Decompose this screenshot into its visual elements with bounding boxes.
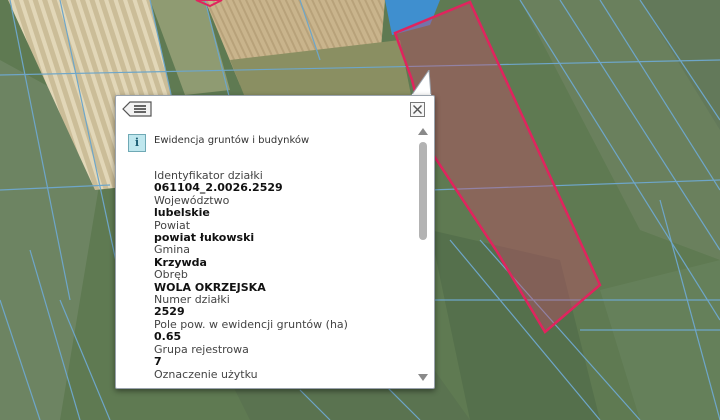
field-label: Pole pow. w ewidencji gruntów (ha) (154, 317, 348, 331)
field-value: 061104_2.0026.2529 (154, 181, 283, 195)
field-label: Obręb (154, 268, 188, 282)
close-icon (410, 102, 425, 117)
scroll-down-arrow-icon[interactable] (418, 374, 428, 381)
info-icon: i (128, 134, 146, 152)
section-header: i Ewidencja gruntów i budynków (128, 132, 416, 152)
scroll-up-arrow-icon[interactable] (418, 128, 428, 135)
field-value: lubelskie (154, 206, 210, 220)
popup-scrollbar[interactable] (416, 126, 430, 384)
popup-header (116, 96, 434, 122)
field-label: Oznaczenie użytku (154, 367, 258, 381)
field-label: Gmina (154, 243, 191, 257)
back-button[interactable] (122, 101, 152, 117)
popup-pointer (410, 70, 432, 96)
attribute-list: Identyfikator działki 061104_2.0026.2529… (154, 169, 416, 381)
field-value: 2529 (154, 305, 185, 319)
scroll-thumb[interactable] (419, 142, 427, 240)
field-value: 7 (154, 355, 162, 369)
field-value: 0.65 (154, 330, 182, 344)
list-back-icon (122, 101, 152, 117)
field-value: Krzywda (154, 255, 207, 269)
parcel-info-popup: i Ewidencja gruntów i budynków Identyfik… (115, 95, 435, 389)
field-value: powiat łukowski (154, 231, 255, 245)
close-button[interactable] (410, 102, 425, 117)
popup-content: i Ewidencja gruntów i budynków Identyfik… (128, 132, 416, 382)
field-label: Numer działki (154, 293, 230, 307)
field-label: Grupa rejestrowa (154, 342, 249, 356)
section-title: Ewidencja gruntów i budynków (154, 135, 310, 146)
